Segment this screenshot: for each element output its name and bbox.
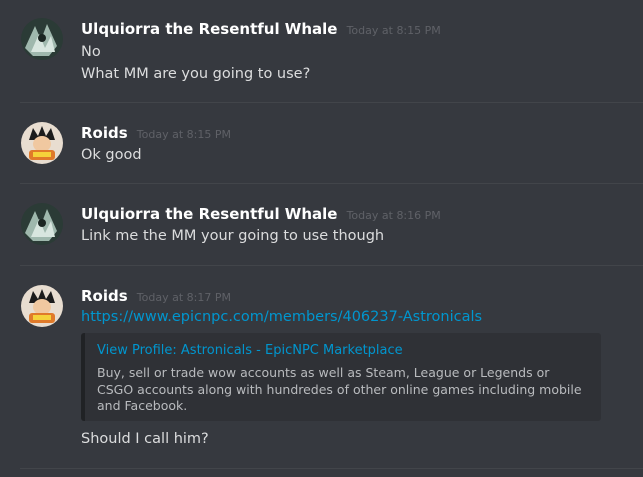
message-text: Should I call him?	[81, 431, 209, 447]
message-divider	[20, 183, 643, 184]
message-divider	[20, 265, 643, 266]
message-text: No	[81, 44, 101, 60]
avatar[interactable]	[21, 203, 63, 245]
message-link[interactable]: https://www.epicnpc.com/members/406237-A…	[81, 309, 482, 325]
avatar[interactable]	[21, 285, 63, 327]
timestamp: Today at 8:17 PM	[136, 291, 231, 304]
timestamp: Today at 8:16 PM	[346, 209, 441, 222]
message-divider	[20, 102, 643, 103]
link-embed: View Profile: Astronicals - EpicNPC Mark…	[81, 333, 601, 421]
message-divider	[20, 468, 643, 469]
username[interactable]: Roids	[81, 124, 128, 142]
message-link-line: https://www.epicnpc.com/members/406237-A…	[81, 309, 482, 325]
embed-description: Buy, sell or trade wow accounts as well …	[97, 365, 582, 413]
message-text: Link me the MM your going to use though	[81, 228, 385, 244]
username[interactable]: Roids	[81, 287, 128, 305]
embed-title[interactable]: View Profile: Astronicals - EpicNPC Mark…	[97, 343, 403, 358]
timestamp: Today at 8:15 PM	[136, 128, 231, 141]
timestamp: Today at 8:15 PM	[346, 24, 441, 37]
avatar[interactable]	[21, 122, 63, 164]
username[interactable]: Ulquiorra the Resentful Whale	[81, 205, 337, 223]
avatar[interactable]	[21, 18, 63, 60]
message-text: Ok good	[81, 147, 142, 163]
message-text: What MM are you going to use?	[81, 66, 311, 82]
username[interactable]: Ulquiorra the Resentful Whale	[81, 20, 337, 38]
